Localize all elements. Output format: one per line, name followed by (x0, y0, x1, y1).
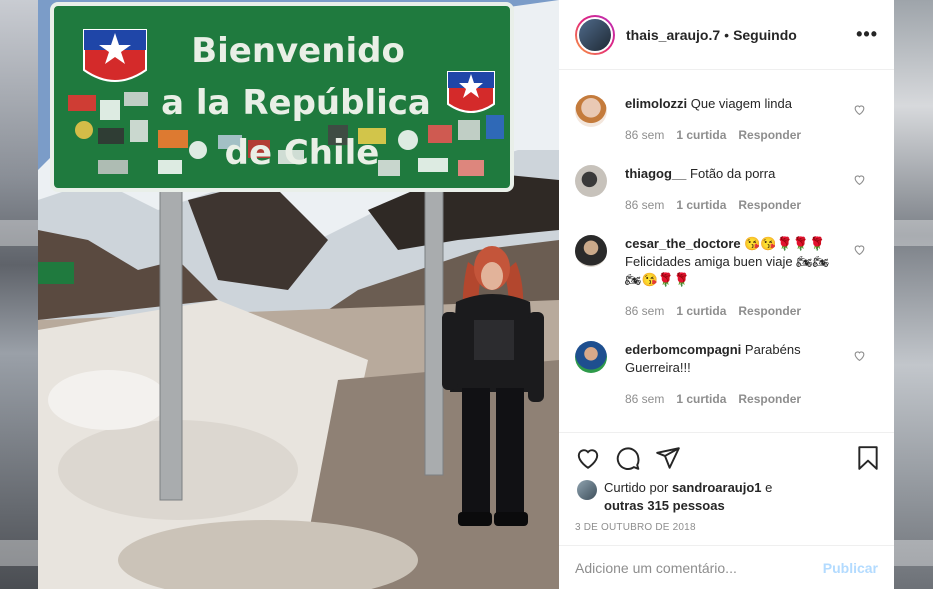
liked-by-connector: e (765, 480, 773, 495)
following-button[interactable]: Seguindo (733, 27, 797, 43)
comment-reply-button[interactable]: Responder (738, 126, 801, 144)
author-username[interactable]: thais_araujo.7 (626, 27, 720, 43)
comments-list[interactable]: elimolozzi Que viagem linda 86 sem 1 cur… (559, 71, 894, 431)
liked-by-others-link[interactable]: outras 315 pessoas (604, 498, 725, 513)
background-right-blurred (894, 0, 933, 589)
header-separator: • (724, 26, 730, 43)
comment-age[interactable]: 86 sem (625, 390, 664, 408)
comment-item: cesar_the_doctore 😘😘🌹🌹🌹 Felicidades amig… (559, 235, 894, 320)
sign-text-line3: de Chile (225, 133, 380, 173)
author-avatar[interactable] (575, 14, 615, 55)
comment-likes[interactable]: 1 curtida (676, 126, 726, 144)
comment-age[interactable]: 86 sem (625, 196, 664, 214)
post-photo[interactable]: Bienvenido a la República de Chile (38, 0, 559, 589)
comment-username[interactable]: cesar_the_doctore (625, 236, 741, 251)
comment-like-heart-icon[interactable] (853, 103, 866, 116)
comment-bubble-icon[interactable] (615, 445, 641, 471)
sign-text-line2: a la República (161, 83, 431, 123)
comment-reply-button[interactable]: Responder (738, 390, 801, 408)
comment-likes[interactable]: 1 curtida (676, 390, 726, 408)
comment-likes[interactable]: 1 curtida (676, 196, 726, 214)
more-options-icon[interactable]: ••• (856, 24, 878, 45)
liked-by-avatar[interactable] (577, 480, 597, 500)
post-header: thais_araujo.7 • Seguindo ••• (559, 0, 894, 70)
comment-username[interactable]: ederbomcompagni (625, 342, 741, 357)
comment-like-heart-icon[interactable] (853, 349, 866, 362)
post-actions: Curtido por sandroaraujo1 e outras 315 p… (559, 432, 894, 544)
comment-text: Fotão da porra (690, 166, 776, 181)
comment-item: ederbomcompagni Parabéns Guerreira!!! 86… (559, 341, 894, 408)
comment-avatar[interactable] (575, 341, 607, 373)
post-details-panel: thais_araujo.7 • Seguindo ••• elimolozzi… (559, 0, 894, 589)
liked-by-prefix: Curtido por (604, 480, 669, 495)
share-send-icon[interactable] (655, 445, 681, 471)
comment-input[interactable] (575, 559, 823, 576)
comment-age[interactable]: 86 sem (625, 126, 664, 144)
post-date[interactable]: 3 DE OUTUBRO DE 2018 (575, 522, 696, 533)
comment-item: elimolozzi Que viagem linda 86 sem 1 cur… (559, 95, 894, 144)
liked-by-user[interactable]: sandroaraujo1 (672, 480, 762, 495)
comment-item: thiagog__ Fotão da porra 86 sem 1 curtid… (559, 165, 894, 214)
publish-button[interactable]: Publicar (823, 560, 878, 576)
action-icons-row (575, 445, 879, 471)
add-comment-bar: Publicar (559, 545, 894, 589)
comment-likes[interactable]: 1 curtida (676, 302, 726, 320)
liked-by: Curtido por sandroaraujo1 e outras 315 p… (577, 479, 804, 515)
comment-avatar[interactable] (575, 165, 607, 197)
comment-avatar[interactable] (575, 235, 607, 267)
like-heart-icon[interactable] (575, 445, 601, 471)
comment-reply-button[interactable]: Responder (738, 302, 801, 320)
sign-text-line1: Bienvenido (191, 31, 405, 71)
comment-reply-button[interactable]: Responder (738, 196, 801, 214)
comment-like-heart-icon[interactable] (853, 173, 866, 186)
comment-age[interactable]: 86 sem (625, 302, 664, 320)
comment-avatar[interactable] (575, 95, 607, 127)
background-left-blurred (0, 0, 38, 589)
save-bookmark-icon[interactable] (855, 445, 881, 471)
post-photo-scene: Bienvenido a la República de Chile (38, 0, 559, 589)
comment-username[interactable]: thiagog__ (625, 166, 686, 181)
comment-text: Que viagem linda (690, 96, 792, 111)
comment-like-heart-icon[interactable] (853, 243, 866, 256)
comment-username[interactable]: elimolozzi (625, 96, 687, 111)
